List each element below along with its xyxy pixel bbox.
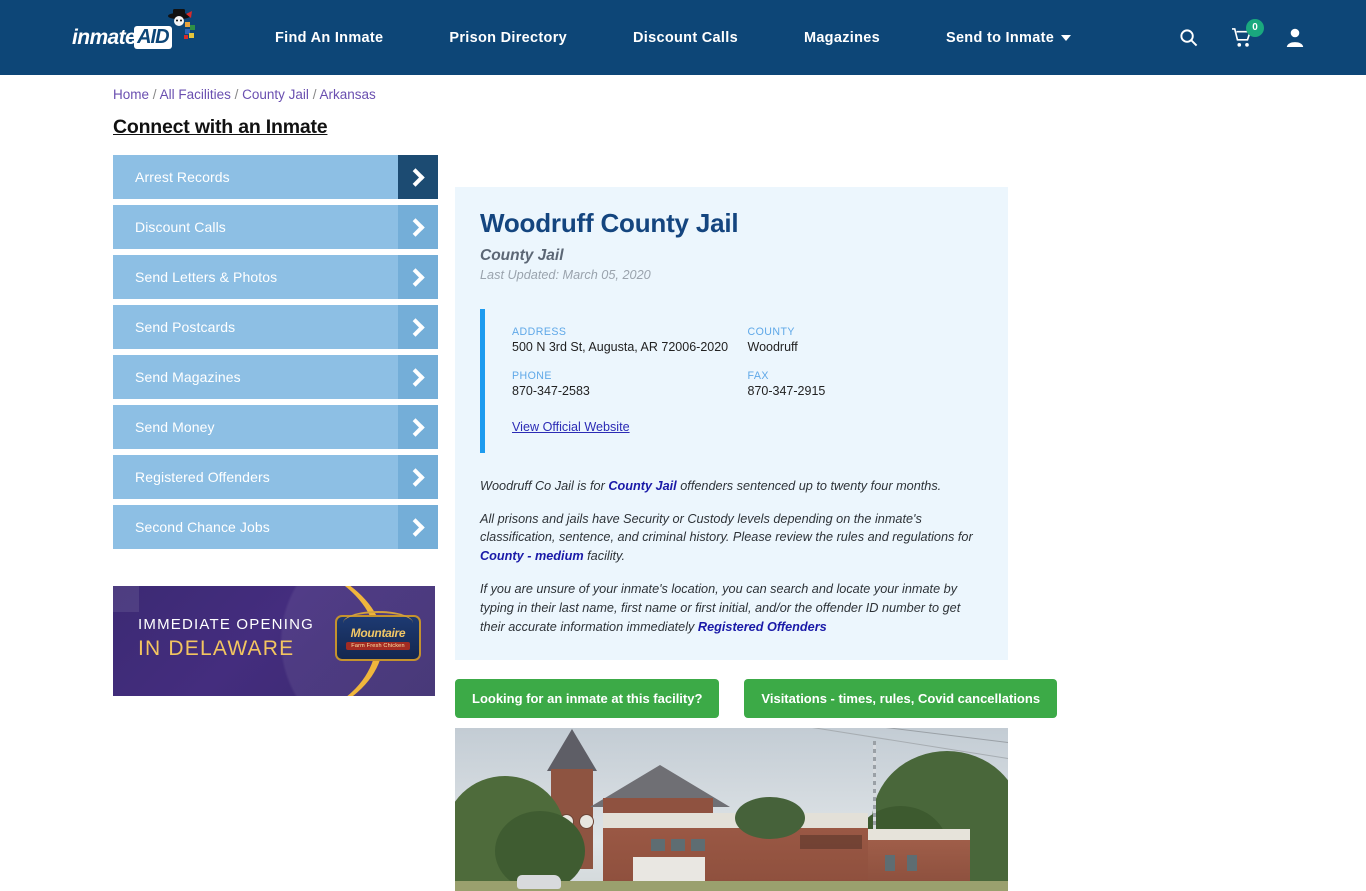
page-body: Home / All Facilities / County Jail / Ar… bbox=[0, 75, 1366, 891]
address-value: 500 N 3rd St, Augusta, AR 72006-2020 bbox=[512, 339, 729, 354]
advertisement-banner[interactable]: IMMEDIATE OPENING IN DELAWARE Mountaire … bbox=[113, 586, 435, 696]
county-medium-link[interactable]: County - medium bbox=[480, 549, 584, 563]
chevron-right-icon bbox=[398, 505, 438, 549]
sidebar-item-label: Discount Calls bbox=[135, 219, 226, 235]
photo-window bbox=[651, 839, 665, 852]
facility-photo bbox=[455, 728, 1008, 891]
nav-send-to-inmate[interactable]: Send to Inmate bbox=[913, 30, 1104, 46]
cart-icon[interactable]: 0 bbox=[1231, 18, 1264, 48]
info-column-right: COUNTY Woodruff FAX 870-347-2915 bbox=[748, 326, 984, 436]
county-jail-link[interactable]: County Jail bbox=[608, 479, 676, 493]
address-label: ADDRESS bbox=[512, 325, 567, 338]
sidebar-item-second-chance-jobs[interactable]: Second Chance Jobs bbox=[113, 505, 438, 549]
chevron-right-icon bbox=[398, 255, 438, 299]
last-updated-text: Last Updated: March 05, 2020 bbox=[480, 267, 651, 282]
phone-value: 870-347-2583 bbox=[512, 383, 590, 398]
ad-corner-decoration bbox=[113, 586, 139, 612]
ad-headline-line1: IMMEDIATE OPENING bbox=[138, 616, 314, 633]
county-label: COUNTY bbox=[747, 325, 795, 338]
chevron-right-icon bbox=[398, 305, 438, 349]
facility-paragraph-1: Woodruff Co Jail is for County Jail offe… bbox=[480, 477, 983, 496]
chevron-right-icon bbox=[398, 205, 438, 249]
facility-type-subtitle: County Jail bbox=[480, 246, 564, 264]
sidebar-item-label: Send Letters & Photos bbox=[135, 269, 278, 285]
photo-window bbox=[671, 839, 685, 852]
chevron-right-icon bbox=[398, 355, 438, 399]
chevron-down-icon bbox=[1061, 34, 1072, 41]
nav-discount-calls[interactable]: Discount Calls bbox=[600, 30, 771, 46]
site-logo[interactable]: inmate AID bbox=[72, 8, 195, 60]
left-column: Home / All Facilities / County Jail / Ar… bbox=[113, 75, 438, 891]
sidebar-item-send-money[interactable]: Send Money bbox=[113, 405, 438, 449]
breadcrumb-arkansas[interactable]: Arkansas bbox=[319, 87, 375, 102]
sidebar-item-label: Registered Offenders bbox=[135, 469, 270, 485]
facility-description: Woodruff Co Jail is for County Jail offe… bbox=[480, 477, 983, 637]
photo-building-sign bbox=[800, 835, 862, 850]
main-navigation: Find An Inmate Prison Directory Discount… bbox=[242, 30, 1104, 46]
breadcrumb-separator: / bbox=[152, 87, 157, 102]
nav-magazines[interactable]: Magazines bbox=[771, 30, 913, 46]
mountaire-logo-icon: Mountaire Farm Fresh Chicken bbox=[335, 611, 421, 661]
phone-label: PHONE bbox=[512, 369, 552, 382]
breadcrumb-separator: / bbox=[234, 87, 239, 102]
main-column: Woodruff County Jail County Jail Last Up… bbox=[455, 75, 1058, 891]
photo-window bbox=[907, 855, 917, 872]
site-header: inmate AID Find An Inmate Prison Directo… bbox=[0, 0, 1366, 75]
breadcrumb-county-jail[interactable]: County Jail bbox=[242, 87, 309, 102]
county-value: Woodruff bbox=[747, 339, 798, 354]
sidebar-item-send-magazines[interactable]: Send Magazines bbox=[113, 355, 438, 399]
chevron-right-icon bbox=[398, 405, 438, 449]
photo-window bbox=[885, 855, 895, 872]
sidebar-item-send-letters-photos[interactable]: Send Letters & Photos bbox=[113, 255, 438, 299]
looking-for-inmate-button[interactable]: Looking for an inmate at this facility? bbox=[455, 679, 720, 719]
facility-card: Woodruff County Jail County Jail Last Up… bbox=[455, 187, 1008, 661]
nav-find-an-inmate[interactable]: Find An Inmate bbox=[242, 30, 416, 46]
sidebar-item-discount-calls[interactable]: Discount Calls bbox=[113, 205, 438, 249]
fax-label: FAX bbox=[747, 369, 769, 382]
user-account-icon[interactable] bbox=[1286, 28, 1304, 47]
photo-parked-car bbox=[517, 875, 561, 890]
breadcrumb-home[interactable]: Home bbox=[113, 87, 149, 102]
sidebar-item-registered-offenders[interactable]: Registered Offenders bbox=[113, 455, 438, 499]
inmateaid-mascot-logo-icon bbox=[168, 8, 195, 39]
ad-brand-subtitle: Farm Fresh Chicken bbox=[346, 642, 410, 650]
search-icon[interactable] bbox=[1179, 28, 1198, 47]
photo-window bbox=[691, 839, 705, 852]
view-official-website-link[interactable]: View Official Website bbox=[512, 420, 630, 434]
ad-brand-name: Mountaire bbox=[350, 626, 406, 640]
sidebar-item-arrest-records[interactable]: Arrest Records bbox=[113, 155, 438, 199]
logo-wordmark: inmate bbox=[72, 25, 137, 49]
p2-text-a: All prisons and jails have Security or C… bbox=[480, 511, 973, 545]
chevron-right-icon bbox=[398, 155, 438, 199]
breadcrumb-separator: / bbox=[312, 87, 317, 102]
page-title: Woodruff County Jail bbox=[480, 208, 739, 238]
sidebar-item-label: Send Postcards bbox=[135, 319, 236, 335]
info-column-left: ADDRESS 500 N 3rd St, Augusta, AR 72006-… bbox=[512, 326, 748, 436]
sidebar-links-list: Arrest Records Discount Calls Send Lette… bbox=[113, 155, 438, 549]
facility-paragraph-3: If you are unsure of your inmate's locat… bbox=[480, 580, 983, 636]
connect-with-an-inmate-heading: Connect with an Inmate bbox=[113, 116, 328, 138]
p1-text-a: Woodruff Co Jail is for bbox=[480, 478, 609, 493]
cta-button-row: Looking for an inmate at this facility? … bbox=[455, 679, 1058, 719]
ad-headline-line2: IN DELAWARE bbox=[138, 637, 295, 660]
registered-offenders-link[interactable]: Registered Offenders bbox=[698, 620, 827, 634]
chevron-right-icon bbox=[398, 455, 438, 499]
breadcrumb: Home / All Facilities / County Jail / Ar… bbox=[113, 75, 438, 102]
cart-count-badge: 0 bbox=[1246, 18, 1264, 37]
breadcrumb-all-facilities[interactable]: All Facilities bbox=[160, 87, 231, 102]
p2-text-b: facility. bbox=[583, 549, 625, 564]
p1-text-b: offenders sentenced up to twenty four mo… bbox=[676, 478, 942, 493]
nav-send-to-inmate-label: Send to Inmate bbox=[945, 29, 1055, 46]
visitations-button[interactable]: Visitations - times, rules, Covid cancel… bbox=[744, 679, 1058, 719]
header-icon-group: 0 bbox=[1179, 0, 1304, 75]
sidebar-item-label: Arrest Records bbox=[135, 169, 230, 185]
sidebar-item-label: Send Magazines bbox=[135, 369, 241, 385]
sidebar-item-label: Second Chance Jobs bbox=[135, 519, 270, 535]
nav-prison-directory[interactable]: Prison Directory bbox=[416, 30, 600, 46]
fax-value: 870-347-2915 bbox=[747, 383, 826, 398]
sidebar-item-label: Send Money bbox=[135, 419, 215, 435]
sidebar-item-send-postcards[interactable]: Send Postcards bbox=[113, 305, 438, 349]
facility-paragraph-2: All prisons and jails have Security or C… bbox=[480, 510, 983, 566]
facility-info-box: ADDRESS 500 N 3rd St, Augusta, AR 72006-… bbox=[480, 308, 984, 453]
